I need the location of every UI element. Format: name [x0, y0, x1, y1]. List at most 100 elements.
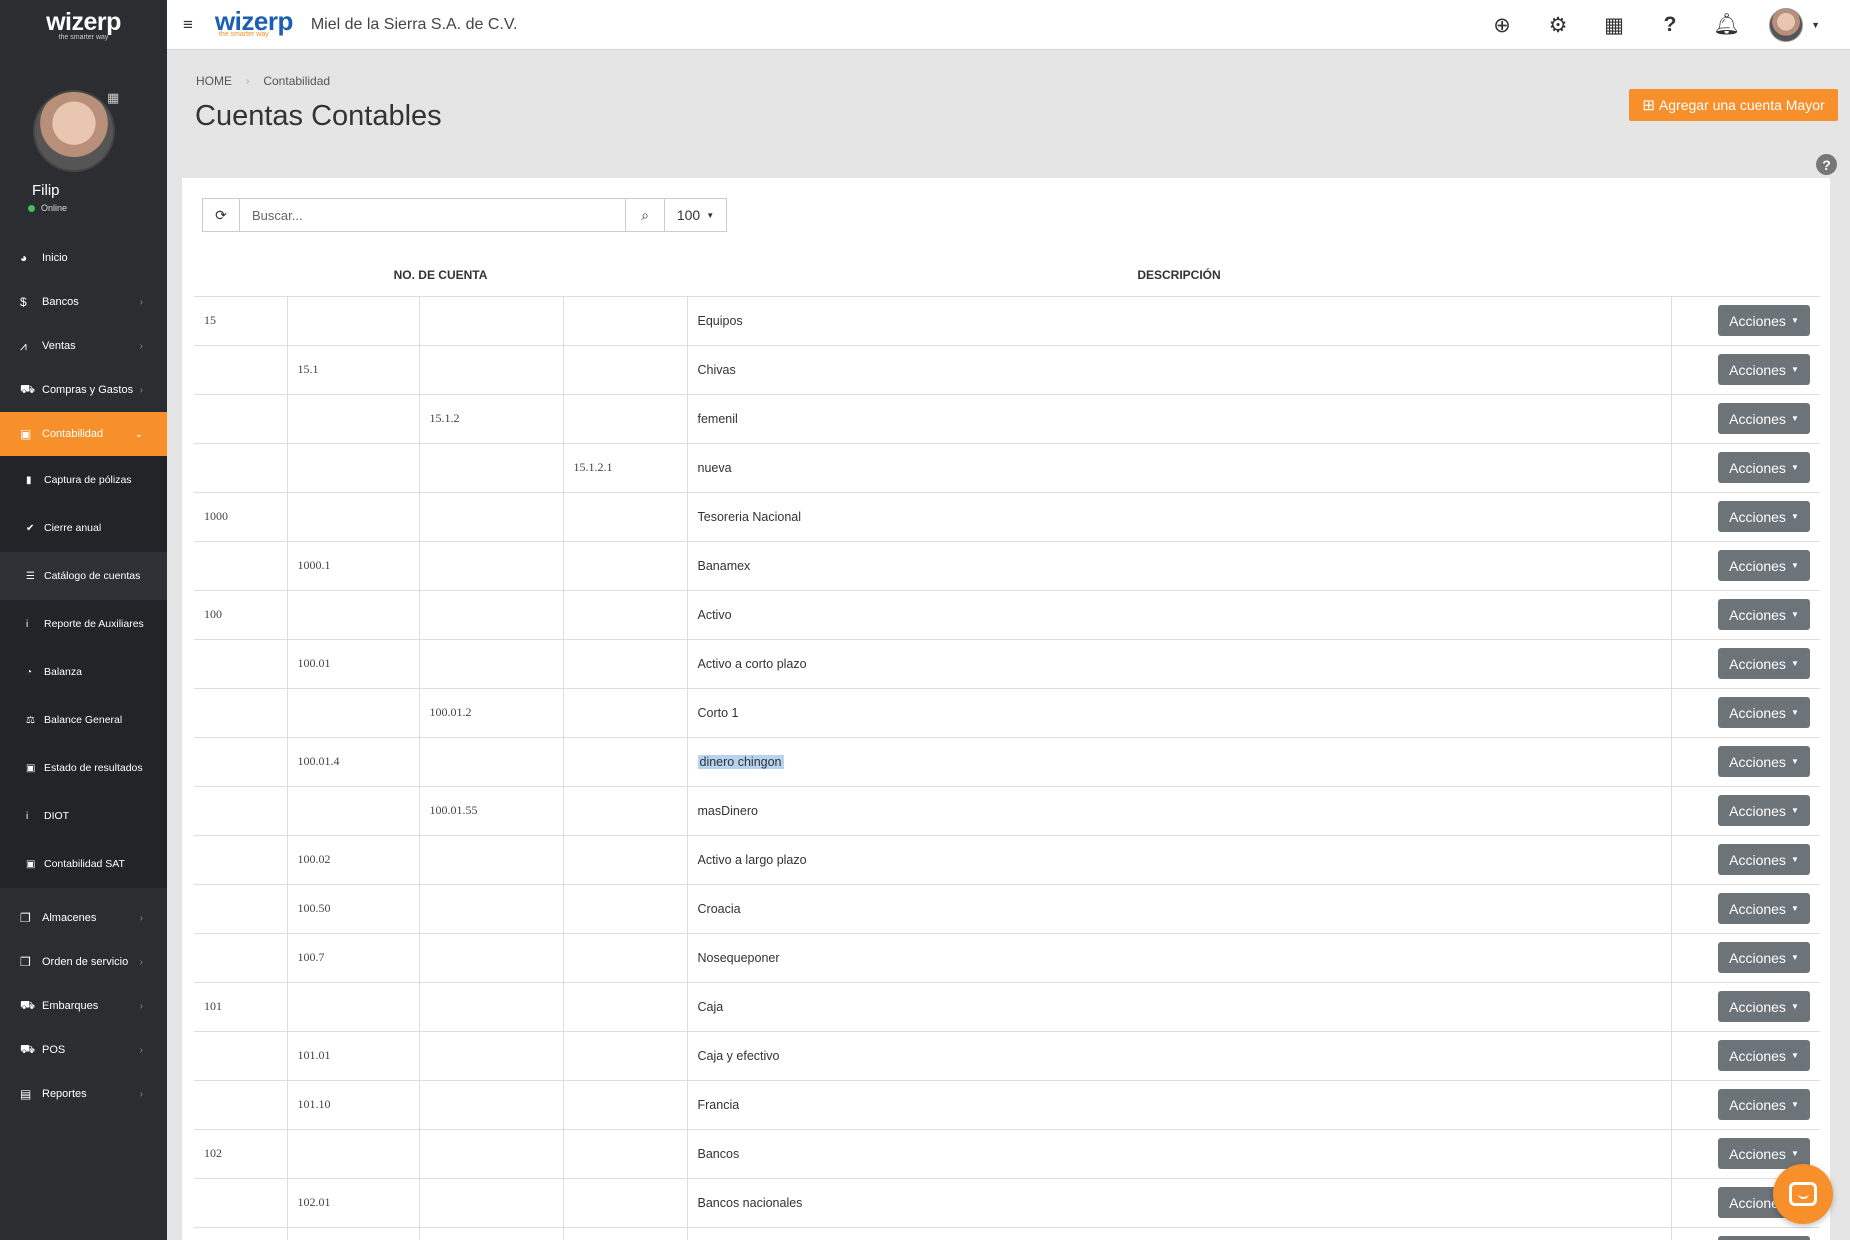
sidebar-logo[interactable]: wizerp the smarter way	[0, 0, 167, 50]
actions-dropdown-button[interactable]: Acciones▼	[1718, 550, 1810, 581]
actions-cell: Acciones ▼	[1671, 442, 1820, 492]
chevron-down-icon[interactable]: ▼	[1811, 20, 1820, 30]
actions-dropdown-button[interactable]: Acciones▼	[1718, 746, 1810, 777]
table-row: 100.01 Activo a corto plazo Acciones ▼	[194, 638, 1820, 688]
submenu-item-balanza[interactable]: ◔ Balanza	[0, 648, 167, 696]
refresh-button[interactable]: ⟳	[202, 198, 240, 232]
account-description-cell: Equipos	[687, 295, 1672, 345]
submenu-item-contabilidad-sat[interactable]: ▣ Contabilidad SAT	[0, 840, 167, 888]
account-level-4	[563, 638, 688, 688]
account-level-1	[194, 1177, 288, 1227]
submenu-item-reporte-de-auxiliares[interactable]: i Reporte de Auxiliares	[0, 600, 167, 648]
actions-label: Acciones	[1729, 1145, 1786, 1162]
calendar-icon[interactable]: ▦	[1601, 13, 1627, 38]
sidebar-item-reportes[interactable]: ▤ Reportes ›	[0, 1072, 167, 1116]
header-description[interactable]: DESCRIPCIÓN	[687, 254, 1671, 296]
actions-cell: Acciones ▼	[1671, 834, 1820, 884]
search-button[interactable]: ⌕	[625, 198, 665, 232]
account-level-3: 100.01.2	[419, 687, 564, 737]
sidebar-item-ventas[interactable]: ⩘ Ventas ›	[0, 324, 167, 368]
account-level-4	[563, 589, 688, 639]
sidebar-item-label: Orden de servicio	[42, 956, 129, 968]
dollar-icon: $	[20, 295, 27, 309]
user-avatar[interactable]	[33, 90, 115, 172]
account-level-4	[563, 883, 688, 933]
sidebar-item-label: Almacenes	[42, 912, 97, 924]
add-account-button[interactable]: ⊞ Agregar una cuenta Mayor	[1629, 89, 1838, 121]
submenu-item-estado-de-resultados[interactable]: ▣ Estado de resultados	[0, 744, 167, 792]
top-logo[interactable]: wizerp the smarter way	[215, 8, 293, 39]
chevron-right-icon: ›	[139, 1088, 143, 1100]
actions-cell: Acciones ▼	[1671, 785, 1820, 835]
chat-widget-button[interactable]	[1773, 1164, 1833, 1224]
sidebar-item-pos[interactable]: ⛟ POS ›	[0, 1028, 167, 1072]
submenu-item-captura-de-p-lizas[interactable]: ▮ Captura de pólizas	[0, 456, 167, 504]
gears-icon[interactable]: ⚙	[1545, 13, 1571, 38]
account-level-4	[563, 785, 688, 835]
question-icon[interactable]: ?	[1657, 13, 1683, 37]
hamburger-menu-icon[interactable]: ≡	[183, 15, 193, 35]
account-level-3	[419, 1030, 564, 1080]
list-alt-icon: ▤	[20, 1087, 32, 1101]
sidebar-item-almacenes[interactable]: ❐ Almacenes ›	[0, 896, 167, 940]
sidebar-item-bancos[interactable]: $ Bancos ›	[0, 280, 167, 324]
actions-cell: Acciones ▼	[1671, 540, 1820, 590]
sidebar-item-compras-y-gastos[interactable]: ⛟ Compras y Gastos ›	[0, 368, 167, 412]
actions-label: Acciones	[1729, 851, 1786, 868]
sidebar-item-inicio[interactable]: ◕ Inicio	[0, 236, 167, 280]
account-level-4	[563, 834, 688, 884]
account-level-4	[563, 932, 688, 982]
actions-dropdown-button[interactable]: Acciones▼	[1718, 1236, 1810, 1240]
actions-dropdown-button[interactable]: Acciones▼	[1718, 893, 1810, 924]
actions-cell: Acciones ▼	[1671, 736, 1820, 786]
company-name[interactable]: Miel de la Sierra S.A. de C.V.	[311, 16, 518, 34]
actions-dropdown-button[interactable]: Acciones▼	[1718, 991, 1810, 1022]
sidebar-item-contabilidad[interactable]: ▣ Contabilidad ⌄	[0, 412, 167, 456]
submenu-item-balance-general[interactable]: ⚖ Balance General	[0, 696, 167, 744]
actions-label: Acciones	[1729, 753, 1786, 770]
submenu-item-label: Catálogo de cuentas	[44, 570, 141, 582]
header-account-number[interactable]: NO. DE CUENTA	[194, 254, 687, 296]
sidebar-item-orden-de-servicio[interactable]: ❐ Orden de servicio ›	[0, 940, 167, 984]
account-description: femenil	[697, 411, 738, 426]
account-level-1	[194, 1030, 288, 1080]
actions-dropdown-button[interactable]: Acciones▼	[1718, 403, 1810, 434]
bell-icon[interactable]: 🔔︎	[1713, 13, 1740, 37]
account-description: Caja y efectivo	[697, 1048, 780, 1063]
actions-dropdown-button[interactable]: Acciones▼	[1718, 599, 1810, 630]
actions-dropdown-button[interactable]: Acciones▼	[1718, 697, 1810, 728]
search-input[interactable]	[240, 198, 625, 232]
user-avatar-small[interactable]	[1769, 8, 1804, 42]
chevron-right-icon: ›	[139, 384, 143, 396]
account-description-cell: Nosequeponer	[687, 932, 1672, 982]
account-level-3: 15.1.2	[419, 393, 564, 443]
sidebar-item-embarques[interactable]: ⛟ Embarques ›	[0, 984, 167, 1028]
breadcrumb-current[interactable]: Contabilidad	[263, 74, 330, 88]
account-level-3	[419, 981, 564, 1031]
account-level-3	[419, 638, 564, 688]
submenu-item-cierre-anual[interactable]: ✔ Cierre anual	[0, 504, 167, 552]
actions-dropdown-button[interactable]: Acciones▼	[1718, 942, 1810, 973]
account-level-2	[287, 442, 420, 492]
actions-dropdown-button[interactable]: Acciones▼	[1718, 501, 1810, 532]
actions-dropdown-button[interactable]: Acciones▼	[1718, 305, 1810, 336]
breadcrumb-home[interactable]: HOME	[196, 74, 232, 88]
actions-dropdown-button[interactable]: Acciones▼	[1718, 1089, 1810, 1120]
actions-dropdown-button[interactable]: Acciones▼	[1718, 452, 1810, 483]
actions-dropdown-button[interactable]: Acciones▼	[1718, 844, 1810, 875]
actions-dropdown-button[interactable]: Acciones▼	[1718, 795, 1810, 826]
help-icon[interactable]: ?	[1816, 154, 1837, 175]
actions-dropdown-button[interactable]: Acciones▼	[1718, 648, 1810, 679]
calendar-icon[interactable]: ▦	[107, 90, 119, 106]
account-level-1	[194, 344, 288, 394]
actions-dropdown-button[interactable]: Acciones▼	[1718, 354, 1810, 385]
plus-circle-icon[interactable]: ⊕	[1489, 13, 1515, 38]
account-level-4: 15.1.2.1	[563, 442, 688, 492]
table-row: 100.01.4 dinero chingon Acciones ▼	[194, 736, 1820, 786]
submenu-item-cat-logo-de-cuentas[interactable]: ☰ Catálogo de cuentas	[0, 552, 167, 600]
account-description-cell: nueva	[687, 442, 1672, 492]
actions-dropdown-button[interactable]: Acciones▼	[1718, 1040, 1810, 1071]
page-size-select[interactable]: 100 ▼	[665, 198, 727, 232]
actions-cell: Acciones ▼	[1671, 1030, 1820, 1080]
submenu-item-diot[interactable]: i DIOT	[0, 792, 167, 840]
